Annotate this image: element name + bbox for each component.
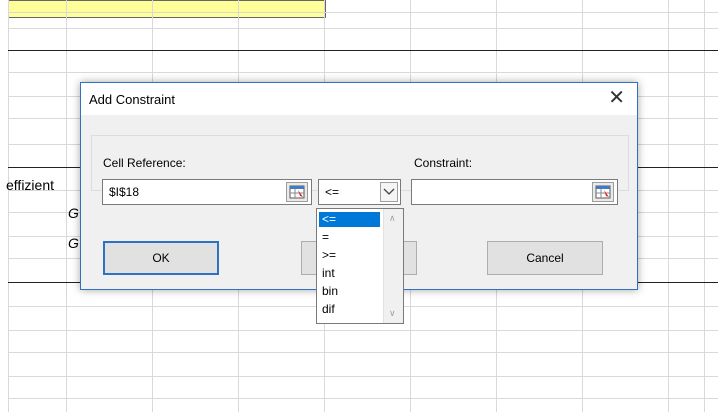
grid-line xyxy=(66,0,67,412)
dropdown-option[interactable]: = xyxy=(319,230,380,245)
grid-line xyxy=(8,12,718,13)
operator-value: <= xyxy=(325,185,340,199)
cell-text: G xyxy=(68,205,79,221)
grid-line xyxy=(704,0,705,412)
grid-line xyxy=(8,28,718,29)
operator-dropdown-list[interactable]: <= = >= int bin dif ∧ ∨ xyxy=(316,208,404,324)
cell-reference-label: Cell Reference: xyxy=(103,156,186,170)
dropdown-option[interactable]: dif xyxy=(319,302,380,317)
close-icon[interactable]: ✕ xyxy=(608,87,625,109)
dropdown-option[interactable]: int xyxy=(319,266,380,281)
grid-line xyxy=(8,376,718,377)
dropdown-option[interactable]: >= xyxy=(319,248,380,263)
cell-reference-value: $I$18 xyxy=(109,185,140,199)
cell-reference-field[interactable]: $I$18 xyxy=(102,179,312,205)
dropdown-scrollbar[interactable]: ∧ ∨ xyxy=(383,209,403,323)
ok-button[interactable]: OK xyxy=(103,241,219,275)
grid-line xyxy=(8,398,718,399)
dialog-titlebar[interactable]: Add Constraint ✕ xyxy=(81,83,637,115)
dropdown-option[interactable]: bin xyxy=(319,284,380,299)
grid-line xyxy=(8,330,718,331)
chevron-down-icon[interactable]: ∨ xyxy=(389,308,396,319)
dialog-title: Add Constraint xyxy=(89,92,175,107)
grid-line xyxy=(8,352,718,353)
highlighted-cell[interactable] xyxy=(8,0,326,18)
range-selector-icon[interactable] xyxy=(286,182,308,202)
constraint-field[interactable] xyxy=(411,179,618,205)
cell-text: G xyxy=(68,235,79,251)
cancel-button[interactable]: Cancel xyxy=(487,241,603,275)
dropdown-option[interactable]: <= xyxy=(319,212,380,227)
border-line xyxy=(8,50,718,51)
operator-combobox[interactable]: <= xyxy=(318,179,401,205)
range-selector-icon[interactable] xyxy=(592,182,614,202)
chevron-up-icon[interactable]: ∧ xyxy=(389,213,396,224)
chevron-down-icon[interactable] xyxy=(380,182,398,202)
constraint-label: Constraint: xyxy=(414,156,473,170)
grid-line xyxy=(668,0,669,412)
grid-line xyxy=(8,0,9,412)
grid-line xyxy=(8,72,718,73)
cell-text: effizient xyxy=(6,177,54,193)
